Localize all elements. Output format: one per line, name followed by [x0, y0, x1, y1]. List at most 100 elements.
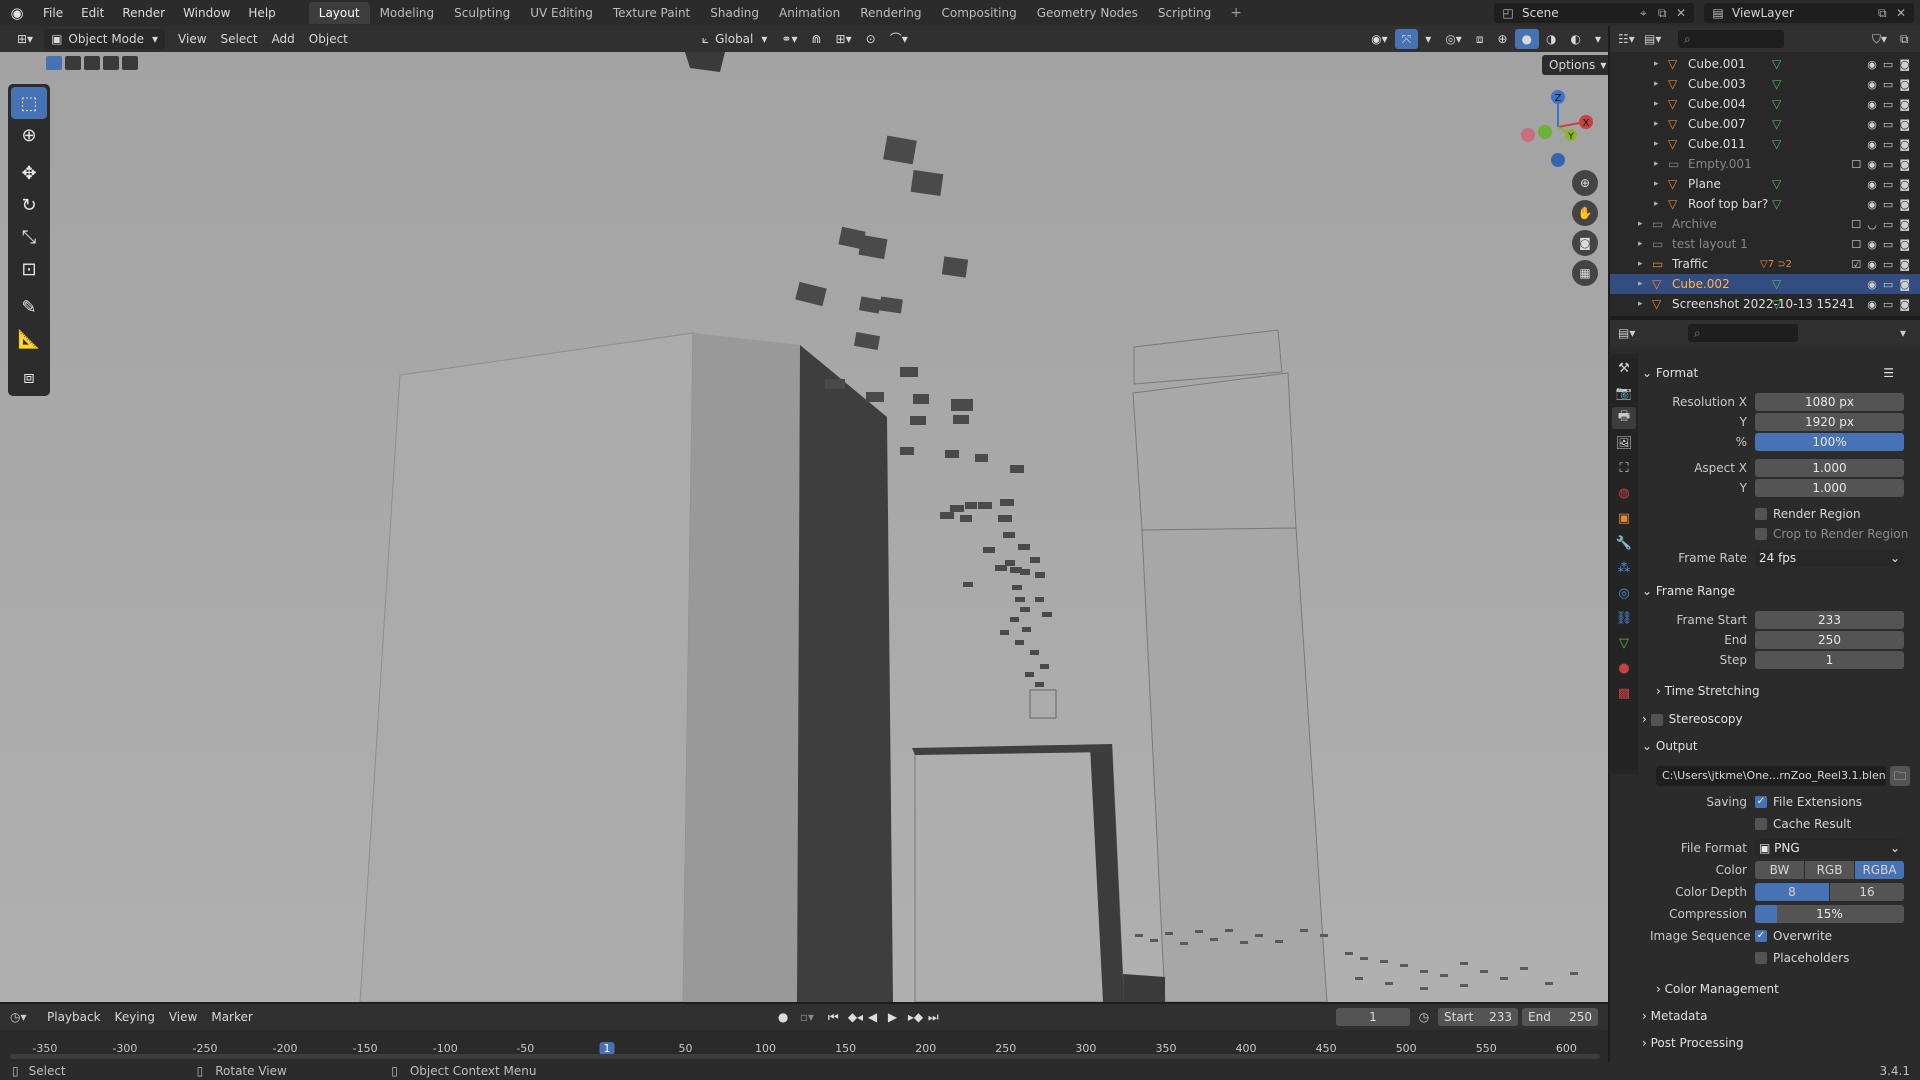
tool-tab-icon[interactable]: ⚒ — [1612, 357, 1636, 379]
tab-uv-editing[interactable]: UV Editing — [520, 2, 603, 24]
eye-icon[interactable]: ◉ — [1867, 158, 1877, 171]
tab-compositing[interactable]: Compositing — [931, 2, 1026, 24]
output-path-input[interactable]: C:\Users\jtkme\One...rnZoo_Reel3.1.blend — [1656, 766, 1886, 786]
neg-x-axis-icon[interactable] — [1521, 128, 1535, 142]
gizmo-icon[interactable]: ⤧ — [1394, 29, 1419, 49]
color-depth-option-8[interactable]: 8 — [1755, 883, 1829, 901]
scale-tool-icon[interactable]: ⤡ — [11, 221, 47, 253]
tab-sculpting[interactable]: Sculpting — [444, 2, 520, 24]
frame-step-field[interactable]: 1 — [1755, 651, 1904, 669]
properties-editor-icon[interactable]: ▤▾ — [1618, 326, 1648, 340]
expand-arrow-icon[interactable]: ▸ — [1654, 119, 1659, 129]
rendered-shading-icon[interactable]: ◐ — [1563, 29, 1587, 49]
add-cube-tool-icon[interactable]: ⧈ — [11, 361, 47, 393]
outliner-search-input[interactable]: ⌕ — [1678, 30, 1784, 48]
viewport-visibility-icon[interactable]: ▭ — [1883, 138, 1893, 151]
eye-icon[interactable]: ◉ — [1867, 258, 1877, 271]
add-workspace-button[interactable]: + — [1221, 0, 1251, 26]
select-box-tool-icon[interactable]: ⬚ — [11, 87, 47, 119]
render-visibility-icon[interactable]: ◙ — [1899, 78, 1910, 91]
overwrite-checkbox[interactable]: ✓ — [1755, 930, 1767, 942]
3d-viewport[interactable]: Options ▾ Z X Y ⊕ ✋ ◙ ▦ — [0, 52, 1608, 1002]
tab-geometry-nodes[interactable]: Geometry Nodes — [1027, 2, 1148, 24]
viewport-menu-object[interactable]: Object — [302, 29, 355, 49]
transform-tool-icon[interactable]: ⊡ — [11, 253, 47, 285]
neg-y-axis-icon[interactable] — [1538, 125, 1552, 139]
viewport-visibility-icon[interactable]: ▭ — [1883, 218, 1893, 231]
frame-start-field[interactable]: 233 — [1755, 611, 1904, 629]
gizmo-dropdown-icon[interactable]: ▾ — [1418, 29, 1438, 49]
output-tab-icon[interactable]: 🖶 — [1612, 407, 1636, 429]
expand-arrow-icon[interactable]: ▸ — [1638, 219, 1643, 229]
timeline-scrollbar[interactable] — [10, 1054, 1600, 1059]
constraints-tab-icon[interactable]: ⛓ — [1612, 607, 1636, 629]
format-panel-header[interactable]: ⌄ Format ☰ — [1642, 362, 1912, 384]
file-format-dropdown[interactable]: ▣ PNG ⌄ — [1755, 839, 1904, 857]
particles-tab-icon[interactable]: ⁂ — [1612, 557, 1636, 579]
outliner-row[interactable]: ▸ ▽ Cube.011 ▽ ◉ ▭ ◙ — [1610, 134, 1920, 154]
zoom-icon[interactable]: ⊕ — [1572, 170, 1598, 196]
viewport-visibility-icon[interactable]: ▭ — [1883, 158, 1893, 171]
filter-icon[interactable]: ⛉▾ — [1872, 32, 1900, 47]
viewport-menu-add[interactable]: Add — [265, 29, 302, 49]
viewport-visibility-icon[interactable]: ▭ — [1883, 198, 1893, 211]
cache-result-checkbox[interactable] — [1755, 818, 1767, 830]
perspective-grid-icon[interactable]: ▦ — [1572, 260, 1598, 286]
blender-logo-icon[interactable]: ◉ — [0, 0, 34, 26]
crop-checkbox[interactable] — [1755, 528, 1767, 540]
eye-icon[interactable]: ◉ — [1867, 98, 1877, 111]
exclude-checkbox-icon[interactable]: ☑ — [1851, 258, 1861, 271]
outliner-row[interactable]: ▸ ▽ Cube.004 ▽ ◉ ▭ ◙ — [1610, 94, 1920, 114]
viewport-visibility-icon[interactable]: ▭ — [1883, 258, 1893, 271]
expand-arrow-icon[interactable]: ▸ — [1654, 79, 1659, 89]
outliner-row[interactable]: ▸ ▽ Cube.007 ▽ ◉ ▭ ◙ — [1610, 114, 1920, 134]
frame-end-field[interactable]: 250 — [1755, 631, 1904, 649]
select-invert-mode-icon[interactable] — [103, 56, 119, 70]
outliner-row[interactable]: ▸ ▽ Plane ▽ ◉ ▭ ◙ — [1610, 174, 1920, 194]
measure-tool-icon[interactable]: 📐 — [11, 323, 47, 355]
viewport-menu-select[interactable]: Select — [214, 29, 265, 49]
eye-icon[interactable]: ◉ — [1867, 118, 1877, 131]
render-visibility-icon[interactable]: ◙ — [1899, 118, 1910, 131]
render-visibility-icon[interactable]: ◙ — [1899, 58, 1910, 71]
render-visibility-icon[interactable]: ◙ — [1899, 138, 1910, 151]
viewport-visibility-icon[interactable]: ▭ — [1883, 178, 1893, 191]
eye-icon[interactable]: ◉ — [1867, 58, 1877, 71]
wireframe-shading-icon[interactable]: ⊕ — [1490, 29, 1514, 49]
mode-selector[interactable]: ▣ Object Mode ▾ — [44, 29, 166, 49]
stereoscopy-panel-header[interactable]: › Stereoscopy — [1642, 708, 1912, 730]
scene-selector[interactable]: ◰ Scene ⌖ ⧉ ✕ — [1494, 3, 1694, 23]
tab-rendering[interactable]: Rendering — [850, 2, 931, 24]
tab-texture-paint[interactable]: Texture Paint — [603, 2, 700, 24]
data-tab-icon[interactable]: ▽ — [1612, 632, 1636, 654]
render-visibility-icon[interactable]: ◙ — [1899, 198, 1910, 211]
outliner-row[interactable]: ▸ ▭ Archive ☐ ◡ ▭ ◙ — [1610, 214, 1920, 234]
neg-z-axis-icon[interactable] — [1551, 153, 1565, 167]
aspect-x-field[interactable]: 1.000 — [1755, 459, 1904, 477]
annotate-tool-icon[interactable]: ✎ — [11, 291, 47, 323]
stereoscopy-checkbox[interactable] — [1650, 713, 1663, 726]
render-visibility-icon[interactable]: ◙ — [1899, 98, 1910, 111]
render-visibility-icon[interactable]: ◙ — [1899, 158, 1910, 171]
tab-animation[interactable]: Animation — [769, 2, 850, 24]
output-panel-header[interactable]: ⌄ Output — [1642, 735, 1912, 757]
render-visibility-icon[interactable]: ◙ — [1899, 278, 1910, 291]
eye-icon[interactable]: ◉ — [1867, 138, 1877, 151]
expand-arrow-icon[interactable]: ▸ — [1654, 199, 1659, 209]
menu-file[interactable]: File — [34, 0, 72, 26]
list-icon[interactable]: ☰ — [1883, 362, 1894, 384]
select-intersect-mode-icon[interactable] — [122, 56, 138, 70]
expand-arrow-icon[interactable]: ▸ — [1654, 159, 1659, 169]
select-extend-mode-icon[interactable] — [65, 56, 81, 70]
menu-help[interactable]: Help — [239, 0, 284, 26]
menu-render[interactable]: Render — [113, 0, 174, 26]
proportional-edit-icon[interactable]: ⊙ — [859, 29, 883, 49]
close-scene-icon[interactable]: ✕ — [1676, 6, 1694, 20]
viewport-visibility-icon[interactable]: ▭ — [1883, 58, 1893, 71]
snap-icon[interactable]: ⋒ — [804, 29, 828, 49]
outliner-row[interactable]: ▸ ▽ Screenshot 2022-10-13 15241 ▽ ◉ ▭ ◙ — [1610, 294, 1920, 314]
falloff-icon[interactable]: ⌒▾ — [883, 29, 915, 49]
new-collection-icon[interactable]: ⧉ — [1900, 32, 1920, 47]
time-stretching-header[interactable]: › Time Stretching — [1656, 680, 1920, 702]
frame-rate-dropdown[interactable]: 24 fps ⌄ — [1755, 549, 1904, 567]
